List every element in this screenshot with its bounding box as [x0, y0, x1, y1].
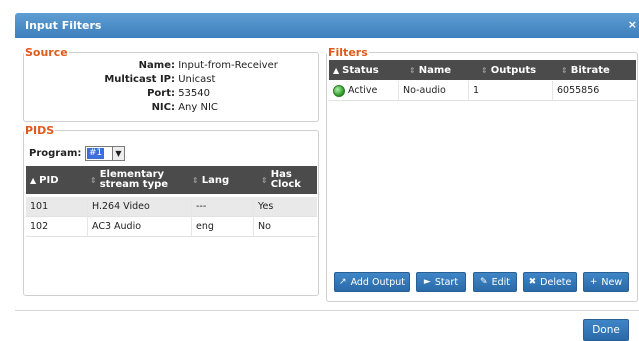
- has-clock-cell: Yes: [258, 201, 274, 212]
- has-clock-cell: No: [258, 221, 271, 232]
- stream-type-column-header[interactable]: ⇕ Elementary stream type: [90, 166, 186, 194]
- top-separator: [0, 0, 639, 4]
- stream-type-cell: AC3 Audio: [88, 217, 192, 236]
- play-icon: ►: [423, 277, 431, 287]
- outputs-column-header[interactable]: ⇕ Outputs: [481, 60, 557, 80]
- status-column-header[interactable]: ▲ Status: [333, 60, 403, 80]
- program-select[interactable]: #1 ▼: [85, 146, 125, 161]
- dialog-titlebar[interactable]: Input Filters ×: [15, 13, 639, 38]
- dialog-title: Input Filters: [25, 19, 102, 32]
- source-multicast-row: Multicast IP: Unicast: [59, 74, 215, 85]
- arrow-icon: ↗: [339, 277, 347, 287]
- stream-type-cell: H.264 Video: [88, 197, 192, 216]
- bitrate-column-header[interactable]: ⇕ Bitrate: [561, 60, 635, 80]
- source-nic-row: NIC: Any NIC: [59, 102, 218, 113]
- source-name-value: Input-from-Receiver: [178, 60, 278, 71]
- source-port-label: Port:: [147, 88, 175, 99]
- sort-asc-icon: ▲: [30, 175, 37, 185]
- name-cell: No-audio: [399, 81, 469, 100]
- source-multicast-value: Unicast: [178, 74, 216, 85]
- filters-legend: Filters: [328, 46, 368, 59]
- add-output-button[interactable]: ↗ Add Output: [334, 272, 410, 292]
- source-nic-value: Any NIC: [178, 102, 218, 113]
- source-name-row: Name: Input-from-Receiver: [59, 60, 278, 71]
- chevron-down-icon[interactable]: ▼: [112, 147, 124, 160]
- filters-table-header: ▲ Status ⇕ Name ⇕ Outputs ⇕ Bitrate: [329, 60, 636, 80]
- sort-asc-icon: ▲: [333, 65, 340, 75]
- pencil-icon: ✎: [480, 277, 488, 287]
- close-icon[interactable]: ×: [628, 18, 637, 31]
- sort-icon: ⇕: [90, 175, 97, 185]
- table-row[interactable]: Active No-audio 1 6055856: [329, 81, 636, 101]
- source-port-row: Port: 53540: [59, 88, 210, 99]
- name-column-header[interactable]: ⇕ Name: [409, 60, 475, 80]
- sort-icon: ⇕: [481, 65, 488, 75]
- edit-button[interactable]: ✎ Edit: [473, 272, 517, 292]
- source-multicast-label: Multicast IP:: [104, 74, 175, 85]
- sort-icon: ⇕: [261, 175, 268, 185]
- sort-icon: ⇕: [409, 65, 416, 75]
- footer-divider: [15, 310, 639, 311]
- sort-icon: ⇕: [561, 65, 568, 75]
- has-clock-column-header[interactable]: ⇕ Has Clock: [261, 166, 315, 194]
- bitrate-cell: 6055856: [557, 85, 600, 96]
- program-label: Program:: [29, 148, 82, 159]
- green-dot-icon: [333, 84, 345, 97]
- start-button[interactable]: ► Start: [416, 272, 466, 292]
- pids-table-header: ▲ PID ⇕ Elementary stream type ⇕ Lang ⇕ Has …: [26, 166, 317, 194]
- delete-button[interactable]: ✖ Delete: [523, 272, 577, 292]
- done-button[interactable]: Done: [583, 319, 629, 341]
- pid-cell: 102: [26, 217, 88, 236]
- pids-legend: PIDS: [25, 124, 55, 137]
- lang-cell: eng: [192, 217, 254, 236]
- outputs-cell: 1: [469, 81, 553, 100]
- pid-cell: 101: [26, 197, 88, 216]
- status-cell: Active: [329, 81, 399, 100]
- table-row[interactable]: 102 AC3 Audio eng No: [26, 217, 317, 237]
- lang-cell: ---: [192, 197, 254, 216]
- table-row[interactable]: 101 H.264 Video --- Yes: [26, 197, 317, 217]
- input-filters-dialog: Input Filters × Source Name: Input-from-…: [15, 8, 639, 341]
- lang-column-header[interactable]: ⇕ Lang: [192, 166, 252, 194]
- program-select-value: #1: [87, 148, 105, 159]
- source-name-label: Name:: [138, 60, 175, 71]
- close-icon: ✖: [528, 277, 537, 287]
- program-row: Program:: [29, 148, 81, 159]
- sort-icon: ⇕: [192, 175, 199, 185]
- source-legend: Source: [25, 46, 68, 59]
- plus-icon: +: [589, 277, 598, 287]
- source-nic-label: NIC:: [151, 102, 175, 113]
- new-button[interactable]: + New: [583, 272, 629, 292]
- pid-column-header[interactable]: ▲ PID: [30, 166, 86, 194]
- source-port-value: 53540: [178, 88, 210, 99]
